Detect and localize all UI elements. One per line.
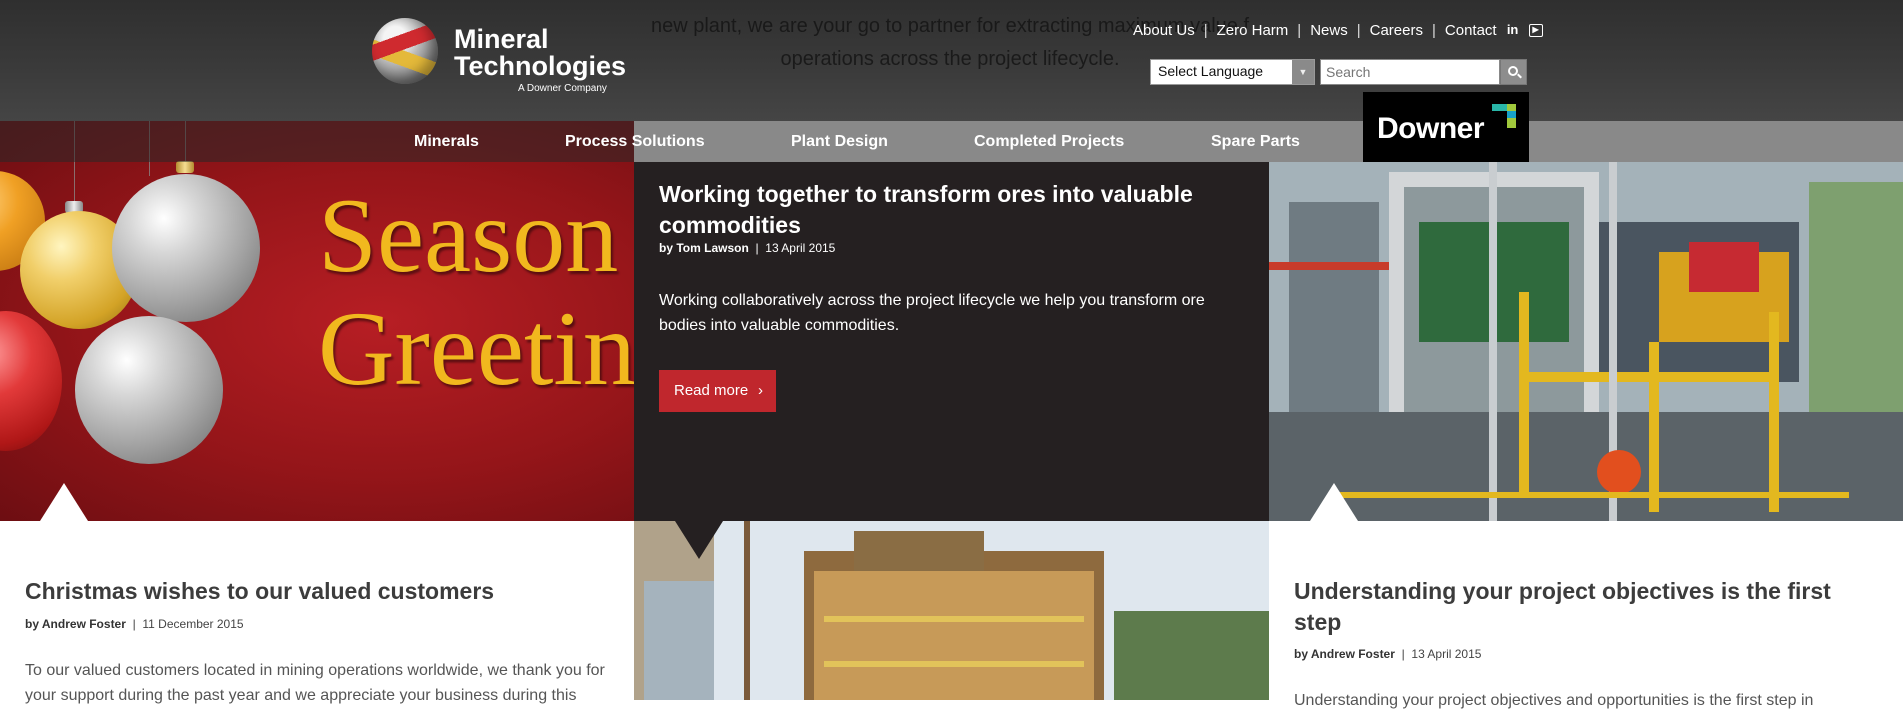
divider: | — [1356, 21, 1361, 39]
red-bauble — [0, 311, 62, 451]
divider: | — [1431, 21, 1436, 39]
featured-body: Working collaboratively across the proje… — [659, 292, 1205, 334]
dropdown-arrow-icon: ▼ — [1292, 60, 1314, 84]
card-body: To our valued customers located in minin… — [25, 662, 605, 704]
read-more-button[interactable]: Read more › — [659, 370, 776, 412]
nav-spare-parts[interactable]: Spare Parts — [1211, 121, 1300, 162]
divider: | — [1203, 21, 1208, 39]
card-title[interactable]: Christmas wishes to our valued customers — [25, 576, 494, 607]
pointer-arrow — [40, 483, 88, 521]
card-author: by Andrew Foster — [1294, 647, 1395, 661]
card-body: Understanding your project objectives an… — [1294, 692, 1814, 709]
card-meta: by Andrew Foster | 13 April 2015 — [1294, 647, 1481, 661]
site-header: new plant, we are your go to partner for… — [0, 0, 1903, 121]
plant-building-illustration — [634, 521, 1269, 700]
plant-structure-illustration — [1269, 162, 1903, 521]
silver-bauble — [75, 316, 223, 464]
linkedin-icon[interactable]: in — [1506, 23, 1520, 37]
top-link-news[interactable]: News — [1310, 22, 1348, 39]
downer-logo[interactable]: Downer — [1363, 92, 1529, 162]
search-icon-handle — [1517, 73, 1522, 79]
pointer-arrow — [1310, 483, 1358, 521]
logo-tagline: A Downer Company — [518, 83, 607, 94]
featured-author: by Tom Lawson — [659, 241, 749, 255]
divider: | — [1297, 21, 1302, 39]
meta-divider: | — [752, 241, 762, 255]
top-link-about-us[interactable]: About Us — [1133, 22, 1195, 39]
nav-completed-projects[interactable]: Completed Projects — [974, 121, 1124, 162]
meta-divider: | — [1398, 647, 1409, 661]
read-more-label: Read more — [674, 382, 749, 399]
featured-meta: by Tom Lawson | 13 April 2015 — [659, 241, 835, 255]
meta-divider: | — [129, 617, 140, 631]
featured-title[interactable]: Working together to transform ores into … — [659, 179, 1239, 241]
greeting-text-line2: Greetin — [318, 290, 634, 407]
main-nav: Minerals Process Solutions Plant Design … — [0, 121, 1903, 162]
downer-mark-icon — [1492, 104, 1516, 128]
downer-logo-text: Downer — [1377, 112, 1485, 145]
search-input[interactable] — [1320, 59, 1500, 85]
plant-photo[interactable] — [634, 521, 1269, 700]
chevron-right-icon: › — [758, 382, 763, 399]
hero-seasons-greetings-image[interactable]: Season Greetin — [0, 121, 634, 521]
language-select[interactable]: Select Language ▼ — [1150, 59, 1315, 85]
card-date: 13 April 2015 — [1411, 647, 1482, 661]
card-date: 11 December 2015 — [142, 617, 244, 631]
logo-text-line1: Mineral — [454, 24, 549, 54]
nav-process-solutions[interactable]: Process Solutions — [565, 121, 705, 162]
hero-plant-image[interactable] — [1269, 162, 1903, 521]
search-button[interactable] — [1500, 59, 1527, 85]
news-card-christmas: Christmas wishes to our valued customers… — [0, 521, 634, 704]
silver-bauble — [112, 174, 260, 322]
nav-plant-design[interactable]: Plant Design — [791, 121, 888, 162]
top-nav: About Us | Zero Harm | News | Careers | … — [1133, 20, 1543, 40]
featured-date: 13 April 2015 — [765, 241, 836, 255]
card-title[interactable]: Understanding your project objectives is… — [1294, 576, 1874, 638]
top-link-zero-harm[interactable]: Zero Harm — [1217, 22, 1289, 39]
card-meta: by Andrew Foster | 11 December 2015 — [25, 617, 244, 631]
card-author: by Andrew Foster — [25, 617, 126, 631]
bauble-cap — [176, 161, 194, 173]
top-link-contact[interactable]: Contact — [1445, 22, 1497, 39]
greeting-text-line1: Season — [318, 177, 619, 294]
news-card-objectives: Understanding your project objectives is… — [1269, 521, 1903, 709]
logo-text-line2: Technologies — [454, 51, 627, 81]
logo-globe-icon — [372, 18, 438, 84]
featured-article: Working together to transform ores into … — [634, 162, 1269, 521]
youtube-icon[interactable]: ▶ — [1528, 23, 1543, 37]
nav-minerals[interactable]: Minerals — [414, 121, 479, 162]
pointer-arrow — [675, 521, 723, 559]
language-select-value: Select Language — [1158, 63, 1264, 79]
site-logo[interactable]: Mineral Technologies A Downer Company — [372, 18, 637, 98]
top-link-careers[interactable]: Careers — [1370, 22, 1423, 39]
